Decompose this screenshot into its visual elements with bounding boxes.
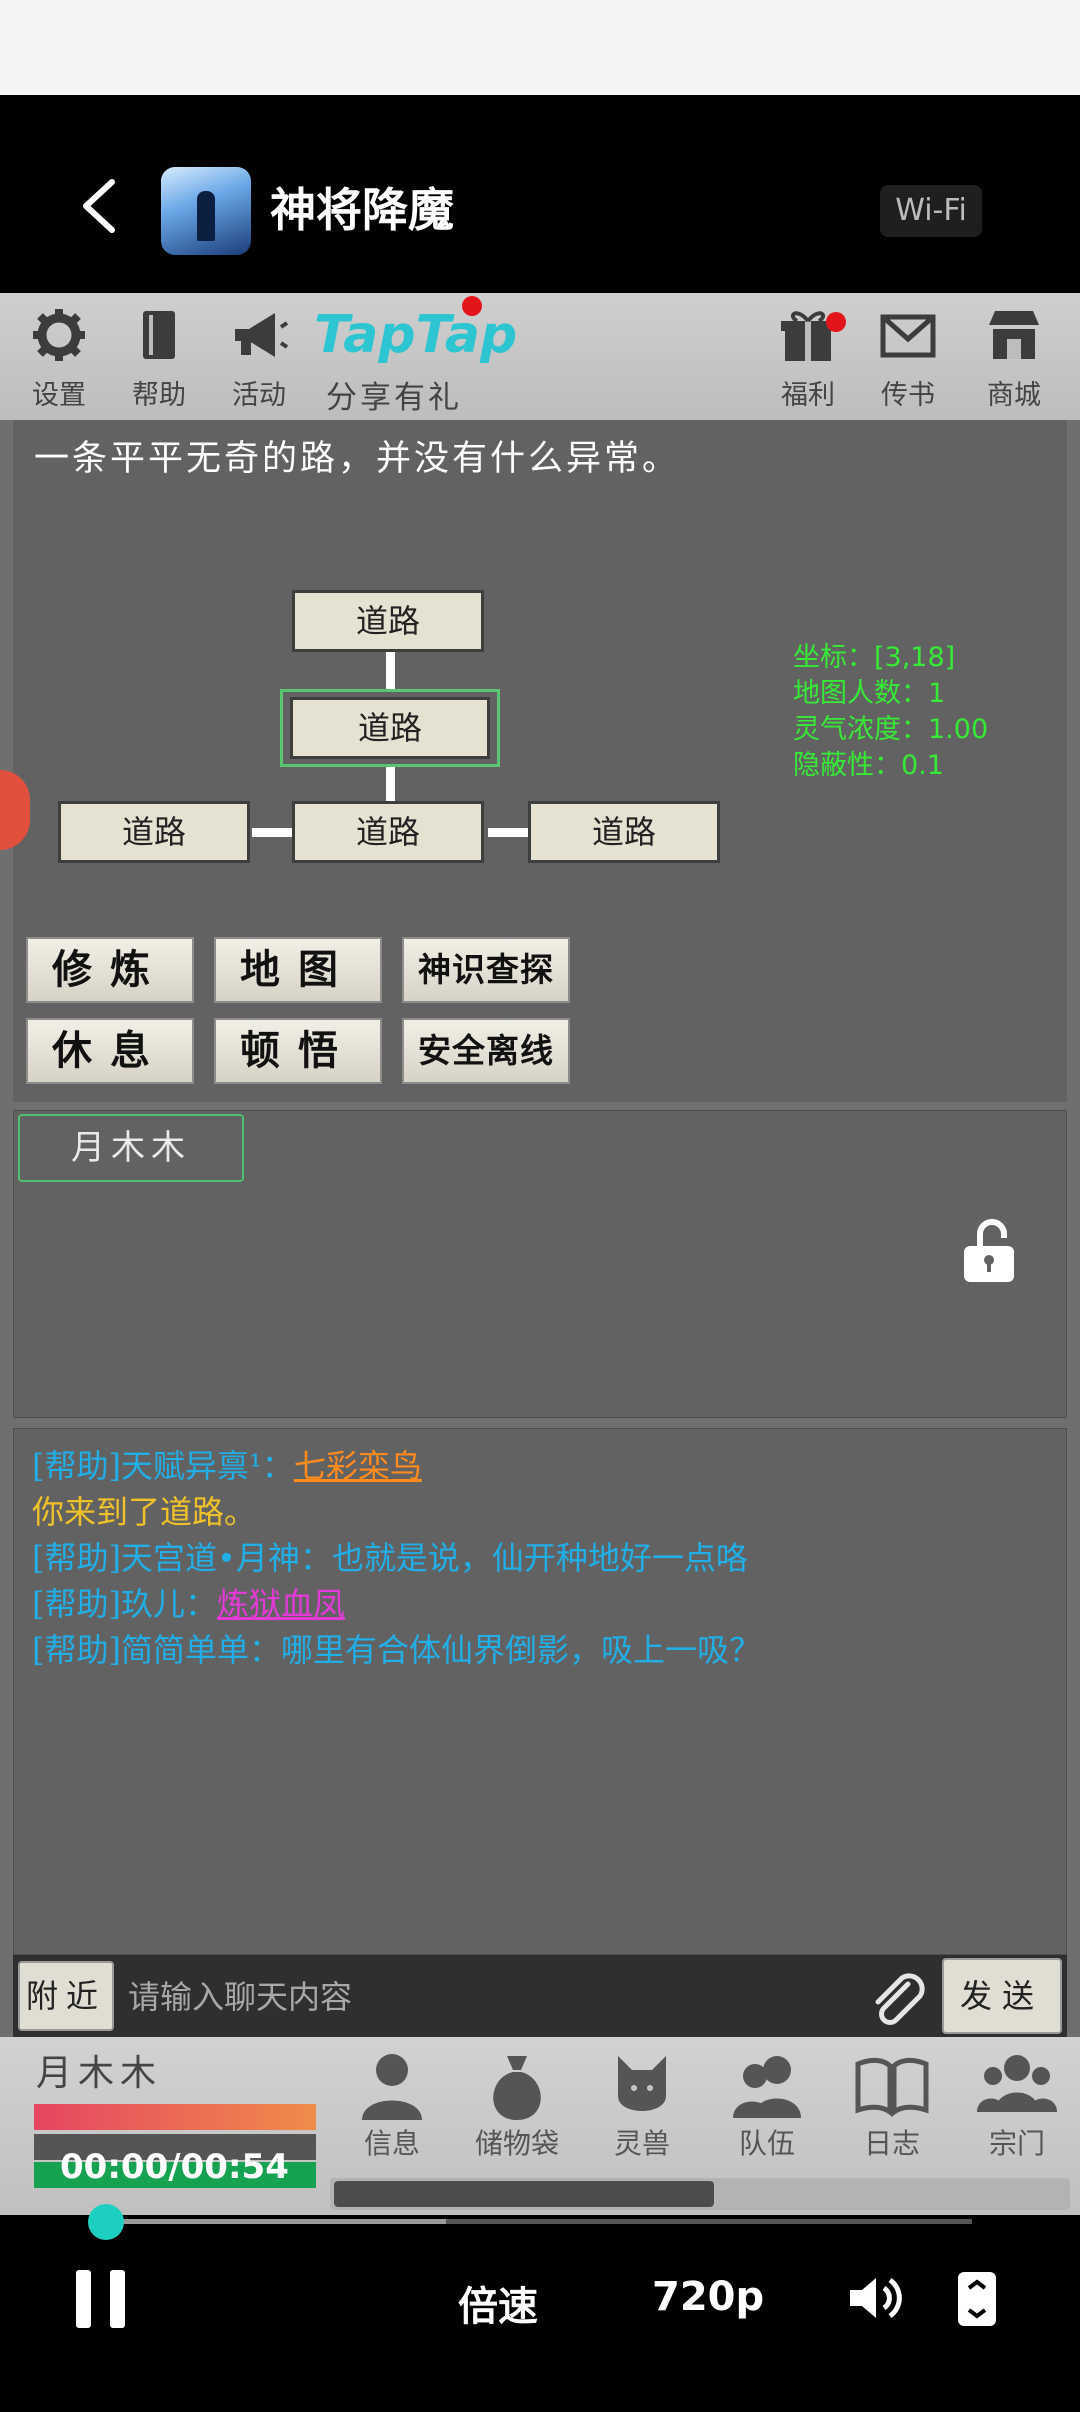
location-stats: 坐标：[3,18] 地图人数：1 灵气浓度：1.00 隐蔽性：0.1 <box>793 640 988 784</box>
map-node-east[interactable]: 道路 <box>528 801 720 863</box>
chat-input[interactable] <box>126 1961 850 2033</box>
rest-button[interactable]: 休息 <box>26 1018 194 1084</box>
map-node-south[interactable]: 道路 <box>292 801 484 863</box>
welfare-notify-dot <box>826 312 846 332</box>
app-icon <box>161 167 251 255</box>
events-label: 活动 <box>232 380 286 411</box>
cultivate-button[interactable]: 修炼 <box>26 937 194 1003</box>
taptap-logo[interactable]: TapTap <box>314 305 517 365</box>
store-icon <box>969 305 1059 378</box>
people-icon <box>967 2046 1067 2126</box>
nav-pet-label: 灵兽 <box>613 2127 670 2160</box>
paperclip-icon[interactable] <box>868 1970 928 2028</box>
envelope-icon <box>863 305 953 378</box>
nav-team-label: 队伍 <box>738 2127 795 2160</box>
nav-info-label: 信息 <box>363 2127 420 2160</box>
map-connector <box>386 766 395 802</box>
offline-button[interactable]: 安全离线 <box>402 1018 570 1084</box>
speed-button[interactable]: 倍速 <box>458 2274 538 2332</box>
progress-handle[interactable] <box>88 2204 124 2240</box>
map-node-current[interactable]: 道路 <box>290 697 490 759</box>
back-button[interactable] <box>78 176 118 236</box>
app-title: 神将降魔 <box>270 183 454 237</box>
map-connector <box>488 828 528 837</box>
bag-icon <box>467 2046 567 2126</box>
nav-team[interactable]: 队伍 <box>717 2046 817 2162</box>
player-count: 地图人数：1 <box>793 678 946 709</box>
share-label[interactable]: 分享有礼 <box>326 372 462 417</box>
map-button[interactable]: 地图 <box>214 937 382 1003</box>
open-book-icon <box>842 2046 942 2126</box>
nearby-channel-button[interactable]: 附近 <box>18 1961 114 2031</box>
chat-message: [帮助]天宫道•月神：也就是说，仙开种地好一点咯 <box>32 1539 748 1577</box>
person-icon <box>342 2046 442 2126</box>
nav-log-label: 日志 <box>863 2127 920 2160</box>
location-description: 一条平平无奇的路，并没有什么异常。 <box>34 439 681 479</box>
chat-message: [帮助]天赋异禀¹：七彩栾鸟 <box>32 1447 422 1485</box>
megaphone-icon <box>214 305 304 378</box>
video-controls <box>0 2215 1080 2412</box>
nav-scrollbar-thumb[interactable] <box>334 2181 714 2207</box>
events-button[interactable]: 活动 <box>214 305 304 414</box>
chat-link[interactable]: 七彩栾鸟 <box>294 1447 422 1485</box>
chat-message: [帮助]玖儿：炼狱血凤 <box>32 1585 345 1623</box>
nav-pet[interactable]: 灵兽 <box>592 2046 692 2162</box>
nav-storage[interactable]: 储物袋 <box>467 2046 567 2162</box>
stealth-value: 隐蔽性：0.1 <box>793 750 944 781</box>
shop-label: 商城 <box>987 380 1041 411</box>
cat-icon <box>592 2046 692 2126</box>
pause-icon <box>76 2270 91 2328</box>
coords-readout: 坐标：[3,18] <box>793 642 956 673</box>
settings-button[interactable]: 设置 <box>14 305 104 414</box>
pause-button[interactable] <box>76 2270 128 2328</box>
map-connector <box>386 652 395 690</box>
chevron-left-icon <box>83 179 115 233</box>
player-name: 月木木 <box>36 2053 163 2094</box>
nav-storage-label: 储物袋 <box>474 2127 559 2160</box>
quality-button[interactable]: 720p <box>652 2274 764 2320</box>
map-connector <box>252 828 292 837</box>
group-icon <box>717 2046 817 2126</box>
nav-log[interactable]: 日志 <box>842 2046 942 2162</box>
map-node-west[interactable]: 道路 <box>58 801 250 863</box>
book-icon <box>114 305 204 378</box>
help-button[interactable]: 帮助 <box>114 305 204 414</box>
share-notify-dot <box>462 296 482 316</box>
chat-message: [帮助]简简单单：哪里有合体仙界倒影，吸上一吸？ <box>32 1631 761 1669</box>
probe-button[interactable]: 神识查探 <box>402 937 570 1003</box>
nav-sect[interactable]: 宗门 <box>967 2046 1067 2162</box>
chat-message: 你来到了道路。 <box>32 1493 257 1531</box>
volume-icon[interactable] <box>846 2270 906 2326</box>
unlock-icon[interactable] <box>962 1218 1018 1284</box>
welfare-label: 福利 <box>781 380 835 411</box>
gear-icon <box>14 305 104 378</box>
chat-link[interactable]: 炼狱血凤 <box>217 1585 345 1623</box>
hp-bar <box>34 2104 316 2130</box>
player-tag[interactable]: 月木木 <box>18 1114 244 1182</box>
mail-button[interactable]: 传书 <box>863 305 953 414</box>
enlighten-button[interactable]: 顿悟 <box>214 1018 382 1084</box>
rotate-icon[interactable] <box>956 2270 998 2328</box>
progress-buffer <box>106 2219 446 2224</box>
help-label: 帮助 <box>132 380 186 411</box>
map-node-north[interactable]: 道路 <box>292 590 484 652</box>
wifi-badge: Wi-Fi <box>880 185 982 237</box>
settings-label: 设置 <box>32 380 86 411</box>
mail-label: 传书 <box>881 380 935 411</box>
playback-time: 00:00/00:54 <box>60 2147 289 2187</box>
status-area <box>0 0 1080 95</box>
shop-button[interactable]: 商城 <box>969 305 1059 414</box>
nav-sect-label: 宗门 <box>988 2127 1045 2160</box>
nav-info[interactable]: 信息 <box>342 2046 442 2162</box>
send-button[interactable]: 发送 <box>942 1958 1062 2034</box>
aura-density: 灵气浓度：1.00 <box>793 714 989 745</box>
